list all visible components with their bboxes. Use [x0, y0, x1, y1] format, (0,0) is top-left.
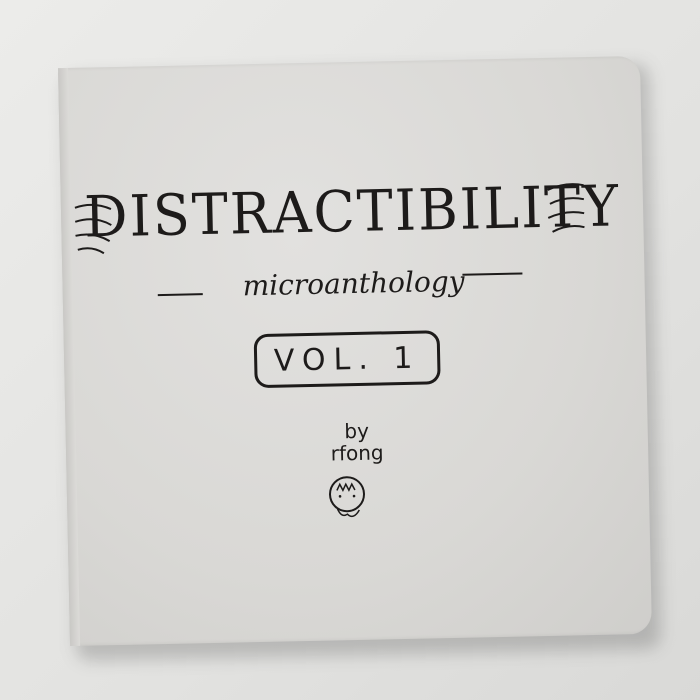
zine-cover: DISTRACTIBILITY microanthology VOL. 1 by…: [58, 55, 652, 647]
byline: by rfong: [66, 414, 649, 470]
author-doodle-icon: [328, 476, 365, 518]
cover-title: DISTRACTIBILITY: [83, 172, 621, 251]
volume-label: VOL. 1: [253, 330, 441, 389]
cover-subtitle: microanthology: [242, 264, 465, 303]
spine: [58, 67, 81, 647]
